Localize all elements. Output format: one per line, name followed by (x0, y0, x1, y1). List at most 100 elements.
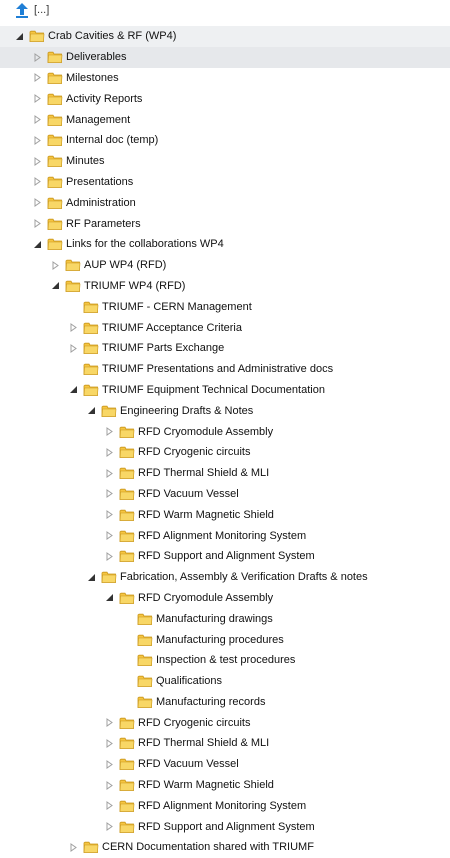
expanded-triangle-icon[interactable] (50, 280, 61, 291)
tree-node[interactable]: Internal doc (temp) (0, 130, 450, 151)
folder-icon (101, 570, 117, 584)
collapsed-triangle-icon[interactable] (104, 426, 115, 437)
tree-node[interactable]: RFD Vacuum Vessel (0, 484, 450, 505)
tree-node[interactable]: TRIUMF Presentations and Administrative … (0, 359, 450, 380)
tree-node-label: RFD Support and Alignment System (138, 550, 315, 563)
tree-node[interactable]: RFD Warm Magnetic Shield (0, 504, 450, 525)
tree-node[interactable]: Qualifications (0, 671, 450, 692)
tree-node[interactable]: Fabrication, Assembly & Verification Dra… (0, 567, 450, 588)
tree-node[interactable]: TRIUMF - CERN Management (0, 296, 450, 317)
collapsed-triangle-icon[interactable] (104, 821, 115, 832)
tree-node[interactable]: AUP WP4 (RFD) (0, 255, 450, 276)
tree-node[interactable]: RFD Cryomodule Assembly (0, 588, 450, 609)
tree-node-label: AUP WP4 (RFD) (84, 259, 167, 272)
collapsed-triangle-icon[interactable] (68, 322, 79, 333)
tree-node[interactable]: RFD Thermal Shield & MLI (0, 733, 450, 754)
tree-node[interactable]: RFD Thermal Shield & MLI (0, 463, 450, 484)
collapsed-triangle-icon[interactable] (32, 72, 43, 83)
tree-node-label: RFD Cryomodule Assembly (138, 425, 274, 438)
tree-node[interactable]: RF Parameters (0, 213, 450, 234)
folder-icon (137, 695, 153, 709)
expanded-triangle-icon[interactable] (104, 592, 115, 603)
tree-node[interactable]: RFD Alignment Monitoring System (0, 525, 450, 546)
tree-node-label: RFD Cryogenic circuits (138, 446, 251, 459)
tree-node-label: Presentations (66, 175, 134, 188)
folder-icon (65, 258, 81, 272)
tree-node[interactable]: Management (0, 109, 450, 130)
collapsed-triangle-icon[interactable] (104, 717, 115, 728)
tree-node[interactable]: Minutes (0, 151, 450, 172)
collapsed-triangle-icon[interactable] (32, 93, 43, 104)
collapsed-triangle-icon[interactable] (104, 738, 115, 749)
tree-node-label: Administration (66, 196, 136, 209)
folder-icon (119, 549, 135, 563)
folder-icon (119, 799, 135, 813)
collapsed-triangle-icon[interactable] (104, 509, 115, 520)
tree-node[interactable]: TRIUMF Acceptance Criteria (0, 317, 450, 338)
collapsed-triangle-icon[interactable] (32, 52, 43, 63)
parent-folder-label: [...] (34, 4, 50, 16)
tree-node[interactable]: TRIUMF Parts Exchange (0, 338, 450, 359)
collapsed-triangle-icon[interactable] (32, 114, 43, 125)
tree-node[interactable]: RFD Vacuum Vessel (0, 754, 450, 775)
expanded-triangle-icon[interactable] (86, 405, 97, 416)
tree-node[interactable]: Manufacturing records (0, 692, 450, 713)
folder-icon (119, 487, 135, 501)
folder-icon (119, 757, 135, 771)
expanded-triangle-icon[interactable] (86, 572, 97, 583)
collapsed-triangle-icon[interactable] (50, 260, 61, 271)
folder-icon (119, 529, 135, 543)
collapsed-triangle-icon[interactable] (32, 156, 43, 167)
tree-node[interactable]: Activity Reports (0, 88, 450, 109)
tree-node-label: Fabrication, Assembly & Verification Dra… (120, 571, 368, 584)
tree-node[interactable]: RFD Cryogenic circuits (0, 712, 450, 733)
folder-icon (119, 716, 135, 730)
tree-node[interactable]: RFD Warm Magnetic Shield (0, 775, 450, 796)
tree-node[interactable]: Presentations (0, 172, 450, 193)
tree-node[interactable]: Deliverables (0, 46, 450, 68)
tree-node-label: TRIUMF Acceptance Criteria (102, 321, 242, 334)
tree-node[interactable]: Engineering Drafts & Notes (0, 400, 450, 421)
expanded-triangle-icon[interactable] (68, 384, 79, 395)
folder-icon (137, 653, 153, 667)
collapsed-triangle-icon[interactable] (104, 551, 115, 562)
tree-node[interactable]: Inspection & test procedures (0, 650, 450, 671)
parent-folder-link[interactable]: [...] (0, 0, 49, 20)
tree-node-label: Internal doc (temp) (66, 134, 159, 147)
tree-node[interactable]: TRIUMF Equipment Technical Documentation (0, 380, 450, 401)
collapsed-triangle-icon[interactable] (104, 530, 115, 541)
collapsed-triangle-icon[interactable] (104, 488, 115, 499)
collapsed-triangle-icon[interactable] (104, 800, 115, 811)
folder-icon (119, 591, 135, 605)
collapsed-triangle-icon[interactable] (32, 176, 43, 187)
up-arrow-icon (16, 3, 28, 18)
collapsed-triangle-icon[interactable] (104, 759, 115, 770)
collapsed-triangle-icon[interactable] (32, 218, 43, 229)
folder-icon (101, 404, 117, 418)
tree-node-label: Crab Cavities & RF (WP4) (48, 30, 177, 43)
tree-node[interactable]: Manufacturing procedures (0, 629, 450, 650)
tree-node[interactable]: Milestones (0, 68, 450, 89)
collapsed-triangle-icon[interactable] (32, 197, 43, 208)
collapsed-triangle-icon[interactable] (32, 135, 43, 146)
collapsed-triangle-icon[interactable] (104, 780, 115, 791)
tree-node[interactable]: Crab Cavities & RF (WP4) (0, 26, 450, 47)
folder-icon (47, 71, 63, 85)
tree-node[interactable]: RFD Alignment Monitoring System (0, 795, 450, 816)
expanded-triangle-icon[interactable] (14, 31, 25, 42)
expanded-triangle-icon[interactable] (32, 239, 43, 250)
collapsed-triangle-icon[interactable] (104, 447, 115, 458)
collapsed-triangle-icon[interactable] (68, 842, 79, 853)
tree-node[interactable]: TRIUMF WP4 (RFD) (0, 276, 450, 297)
tree-node[interactable]: RFD Cryogenic circuits (0, 442, 450, 463)
tree-node[interactable]: RFD Support and Alignment System (0, 816, 450, 837)
collapsed-triangle-icon[interactable] (104, 468, 115, 479)
tree-node[interactable]: Manufacturing drawings (0, 608, 450, 629)
tree-node[interactable]: RFD Cryomodule Assembly (0, 421, 450, 442)
tree-node[interactable]: Links for the collaborations WP4 (0, 234, 450, 255)
tree-node[interactable]: RFD Support and Alignment System (0, 546, 450, 567)
tree-node[interactable]: CERN Documentation shared with TRIUMF (0, 837, 450, 858)
collapsed-triangle-icon[interactable] (68, 343, 79, 354)
tree-node-label: RFD Alignment Monitoring System (138, 529, 307, 542)
tree-node[interactable]: Administration (0, 192, 450, 213)
